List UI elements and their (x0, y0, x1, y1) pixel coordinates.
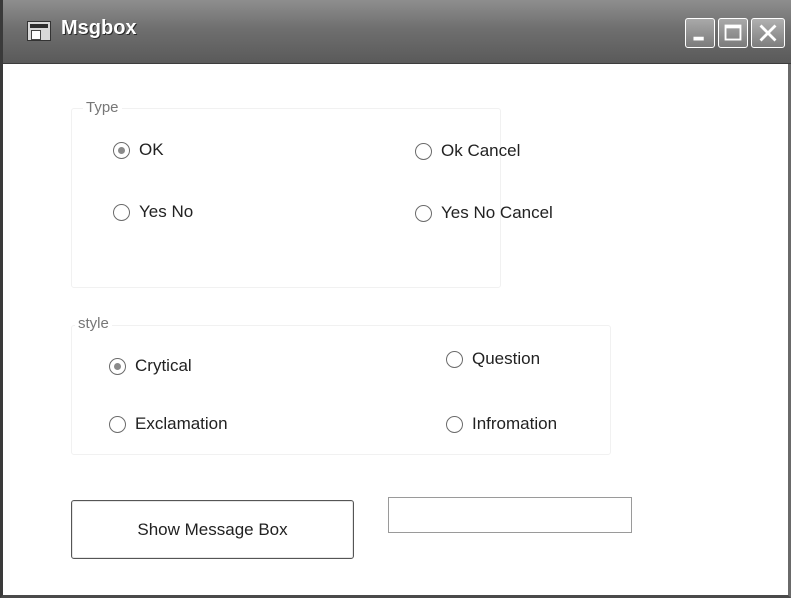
radio-ok-indicator[interactable] (113, 141, 130, 159)
window-title: Msgbox (61, 17, 137, 39)
title-bar[interactable]: Msgbox (3, 0, 791, 64)
radio-question-indicator[interactable] (446, 350, 463, 368)
radio-yes-no-cancel[interactable]: Yes No Cancel (415, 203, 553, 223)
style-group-label: style (75, 315, 112, 332)
close-icon (759, 24, 777, 42)
close-button[interactable] (751, 18, 785, 48)
radio-infromation[interactable]: Infromation (446, 414, 557, 434)
radio-crytical[interactable]: Crytical (109, 356, 192, 376)
radio-ok[interactable]: OK (113, 140, 164, 160)
window-app-icon[interactable] (27, 21, 51, 41)
type-groupbox (71, 108, 501, 288)
radio-exclamation-indicator[interactable] (109, 415, 126, 433)
radio-exclamation[interactable]: Exclamation (109, 414, 228, 434)
radio-yes-no-indicator[interactable] (113, 203, 130, 221)
radio-infromation-label: Infromation (472, 414, 558, 433)
radio-crytical-label: Crytical (135, 356, 192, 375)
radio-question[interactable]: Question (446, 349, 540, 369)
radio-crytical-indicator[interactable] (109, 357, 126, 375)
minimize-icon (693, 36, 704, 41)
radio-yes-no-label: Yes No (139, 202, 194, 221)
radio-ok-cancel-indicator[interactable] (415, 142, 432, 160)
maximize-icon (724, 24, 742, 41)
type-group-label: Type (83, 99, 122, 116)
radio-infromation-indicator[interactable] (446, 415, 463, 433)
radio-question-label: Question (472, 349, 541, 368)
radio-yes-no-cancel-indicator[interactable] (415, 204, 432, 222)
radio-ok-cancel-label: Ok Cancel (441, 141, 521, 160)
radio-yes-no[interactable]: Yes No (113, 202, 193, 222)
radio-exclamation-label: Exclamation (135, 414, 228, 433)
message-input[interactable] (388, 497, 632, 533)
msgbox-window: Msgbox Type OK Ok Cancel Yes No Yes No C… (0, 0, 791, 598)
minimize-button[interactable] (685, 18, 715, 48)
radio-yes-no-cancel-label: Yes No Cancel (441, 203, 553, 222)
radio-ok-label: OK (139, 140, 164, 159)
show-message-box-button[interactable]: Show Message Box (71, 500, 354, 559)
style-groupbox (71, 325, 611, 455)
radio-ok-cancel[interactable]: Ok Cancel (415, 141, 520, 161)
maximize-button[interactable] (718, 18, 748, 48)
